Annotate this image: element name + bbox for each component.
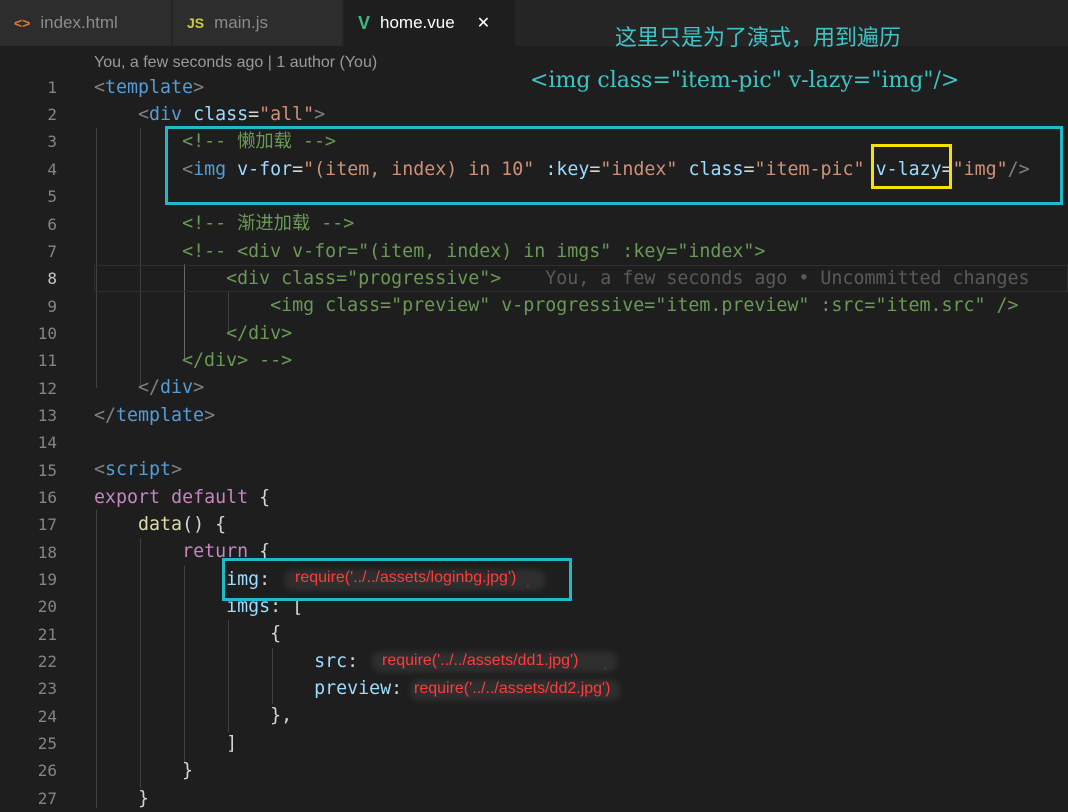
blame-header: You, a few seconds ago | 1 author (You) <box>94 54 378 71</box>
close-icon[interactable]: ✕ <box>477 13 490 33</box>
tab-label: main.js <box>214 13 268 32</box>
code-line: export default { <box>94 487 271 508</box>
redacted-preview-value: require('../../assets/dd2.jpg') <box>414 680 611 697</box>
line-number: 14 <box>37 433 57 452</box>
annotation-title: 这里只是为了演式，用到遍历 <box>615 26 902 51</box>
tab-label: index.html <box>40 13 118 32</box>
line-number: 3 <box>47 132 57 151</box>
code-line: <div class="progressive"> You, a few sec… <box>94 268 1030 289</box>
highlight-box-v-lazy <box>871 144 952 189</box>
html-file-icon: <> <box>14 15 31 31</box>
line-number: 1 <box>47 78 57 97</box>
line-number: 18 <box>37 543 57 562</box>
code-line: }, <box>94 705 293 726</box>
editor-tab-bar: <> index.html JS main.js V home.vue ✕ <box>0 0 1068 46</box>
vue-file-icon: V <box>358 12 371 33</box>
tab-label: home.vue <box>380 13 455 32</box>
line-number: 12 <box>37 379 57 398</box>
line-number: 6 <box>47 215 57 234</box>
code-line: <!-- <div v-for="(item, index) in imgs" … <box>182 241 766 262</box>
line-number: 2 <box>47 105 57 124</box>
code-line: </div> <box>138 377 205 398</box>
line-number: 21 <box>37 625 57 644</box>
highlight-box-img-data <box>222 558 572 601</box>
code-line: preview: <box>314 678 403 699</box>
line-number: 17 <box>37 515 57 534</box>
line-number: 13 <box>37 406 57 425</box>
line-number: 5 <box>47 187 57 206</box>
line-number: 24 <box>37 707 57 726</box>
code-line: <img class="preview" v-progressive="item… <box>94 295 1019 316</box>
code-line: data() { <box>138 514 227 535</box>
line-number: 25 <box>37 734 57 753</box>
redacted-src-value: require('../../assets/dd1.jpg') <box>382 652 579 669</box>
line-number-current: 8 <box>47 269 57 288</box>
line-number: 4 <box>47 160 57 179</box>
code-line: <div class="all"> <box>138 104 326 125</box>
code-line: <script> <box>94 459 183 480</box>
line-number: 20 <box>37 597 57 616</box>
code-line: { <box>94 623 282 644</box>
tab-index-html[interactable]: <> index.html <box>0 0 172 46</box>
line-number: 23 <box>37 679 57 698</box>
line-number: 19 <box>37 570 57 589</box>
inline-blame: You, a few seconds ago • Uncommitted cha… <box>545 268 1030 289</box>
line-number: 22 <box>37 652 57 671</box>
code-line: <!-- 渐进加载 --> <box>182 213 355 234</box>
line-number: 11 <box>37 351 57 370</box>
js-file-icon: JS <box>187 15 205 31</box>
line-number: 15 <box>37 461 57 480</box>
line-number: 7 <box>47 242 57 261</box>
line-number: 9 <box>47 297 57 316</box>
annotation-code: <img class="item-pic" v-lazy="img"/> <box>530 68 960 93</box>
code-line: } <box>94 760 194 781</box>
line-number: 10 <box>37 324 57 343</box>
code-line: </template> <box>94 405 216 426</box>
code-line: </div> <box>94 323 293 344</box>
line-number: 26 <box>37 761 57 780</box>
code-line: <template> <box>94 77 205 98</box>
code-line: </div> --> <box>94 350 293 371</box>
tab-main-js[interactable]: JS main.js <box>173 0 343 46</box>
code-line: ] <box>94 733 238 754</box>
tab-home-vue[interactable]: V home.vue ✕ <box>344 0 516 46</box>
line-number: 16 <box>37 488 57 507</box>
